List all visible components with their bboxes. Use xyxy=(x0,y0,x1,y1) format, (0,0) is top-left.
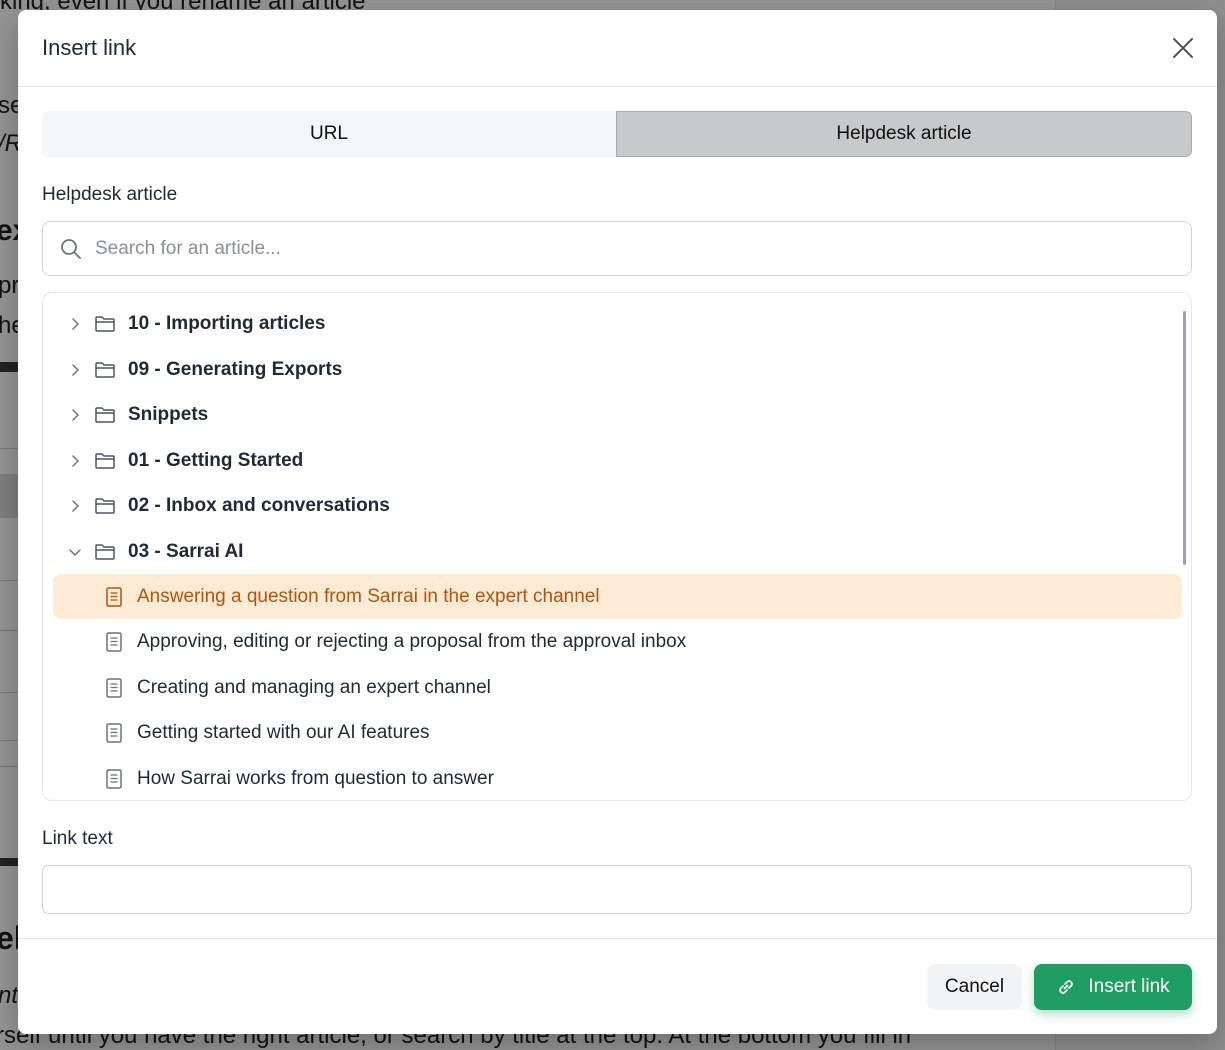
article-label: Getting started with our AI features xyxy=(137,721,430,743)
dialog-footer: Cancel Insert link xyxy=(18,938,1217,1034)
chevron-right-icon[interactable] xyxy=(66,315,84,333)
folder-row-generating-exports[interactable]: 09 - Generating Exports xyxy=(53,347,1182,392)
article-row[interactable]: Approving, editing or rejecting a propos… xyxy=(53,619,1182,664)
document-icon xyxy=(106,631,122,652)
folder-icon xyxy=(95,406,115,423)
article-row-selected[interactable]: Answering a question from Sarrai in the … xyxy=(53,574,1182,619)
link-icon xyxy=(1059,980,1074,994)
document-icon xyxy=(106,586,122,607)
article-search-box xyxy=(42,221,1192,276)
article-row[interactable]: Getting started with our AI features xyxy=(53,710,1182,755)
close-icon xyxy=(1173,38,1193,58)
folder-icon xyxy=(95,452,115,469)
insert-link-dialog: Insert link URL Helpdesk article Helpdes… xyxy=(18,10,1217,1034)
folder-open-icon xyxy=(95,543,115,560)
article-row[interactable]: How Sarrai works from question to answer xyxy=(53,756,1182,800)
folder-label: 09 - Generating Exports xyxy=(128,358,343,380)
chevron-right-icon[interactable] xyxy=(66,361,84,379)
folder-row-getting-started[interactable]: 01 - Getting Started xyxy=(53,438,1182,483)
tab-helpdesk-article[interactable]: Helpdesk article xyxy=(616,111,1192,157)
folder-row-importing-articles[interactable]: 10 - Importing articles xyxy=(53,301,1182,346)
folder-icon xyxy=(95,361,115,378)
article-label: How Sarrai works from question to answer xyxy=(137,767,494,789)
insert-link-label: Insert link xyxy=(1088,976,1170,997)
tab-url[interactable]: URL xyxy=(42,111,616,157)
document-icon xyxy=(106,722,122,743)
folder-label: 10 - Importing articles xyxy=(128,312,326,334)
close-button[interactable] xyxy=(1169,34,1197,62)
chevron-down-icon[interactable] xyxy=(66,543,84,561)
article-tree: 10 - Importing articles 09 - Generating … xyxy=(42,292,1192,801)
chevron-right-icon[interactable] xyxy=(66,406,84,424)
helpdesk-article-label: Helpdesk article xyxy=(42,184,178,205)
article-search-input[interactable] xyxy=(95,237,1155,260)
document-icon xyxy=(106,768,122,789)
article-label: Creating and managing an expert channel xyxy=(137,676,491,698)
folder-icon xyxy=(95,315,115,332)
article-label: Approving, editing or rejecting a propos… xyxy=(137,630,687,652)
link-text-input[interactable] xyxy=(42,865,1192,914)
link-type-tabs: URL Helpdesk article xyxy=(42,111,1192,157)
folder-row-snippets[interactable]: Snippets xyxy=(53,392,1182,437)
dialog-title: Insert link xyxy=(42,35,137,60)
folder-row-sarrai-ai[interactable]: 03 - Sarrai AI xyxy=(53,529,1182,574)
tree-scrollbar[interactable] xyxy=(1183,311,1186,565)
search-icon xyxy=(61,238,81,259)
folder-label: 03 - Sarrai AI xyxy=(128,540,244,562)
chevron-right-icon[interactable] xyxy=(66,497,84,515)
cancel-button[interactable]: Cancel xyxy=(927,964,1022,1010)
insert-link-button[interactable]: Insert link xyxy=(1034,964,1192,1010)
folder-label: Snippets xyxy=(128,403,209,425)
document-icon xyxy=(106,677,122,698)
dialog-header: Insert link xyxy=(18,10,1217,87)
folder-icon xyxy=(95,497,115,514)
folder-label: 02 - Inbox and conversations xyxy=(128,494,390,516)
link-text-label: Link text xyxy=(42,828,113,849)
folder-row-inbox-and-conversations[interactable]: 02 - Inbox and conversations xyxy=(53,483,1182,528)
article-row[interactable]: Creating and managing an expert channel xyxy=(53,665,1182,710)
article-label: Answering a question from Sarrai in the … xyxy=(137,585,600,607)
chevron-right-icon[interactable] xyxy=(66,452,84,470)
folder-label: 01 - Getting Started xyxy=(128,449,304,471)
